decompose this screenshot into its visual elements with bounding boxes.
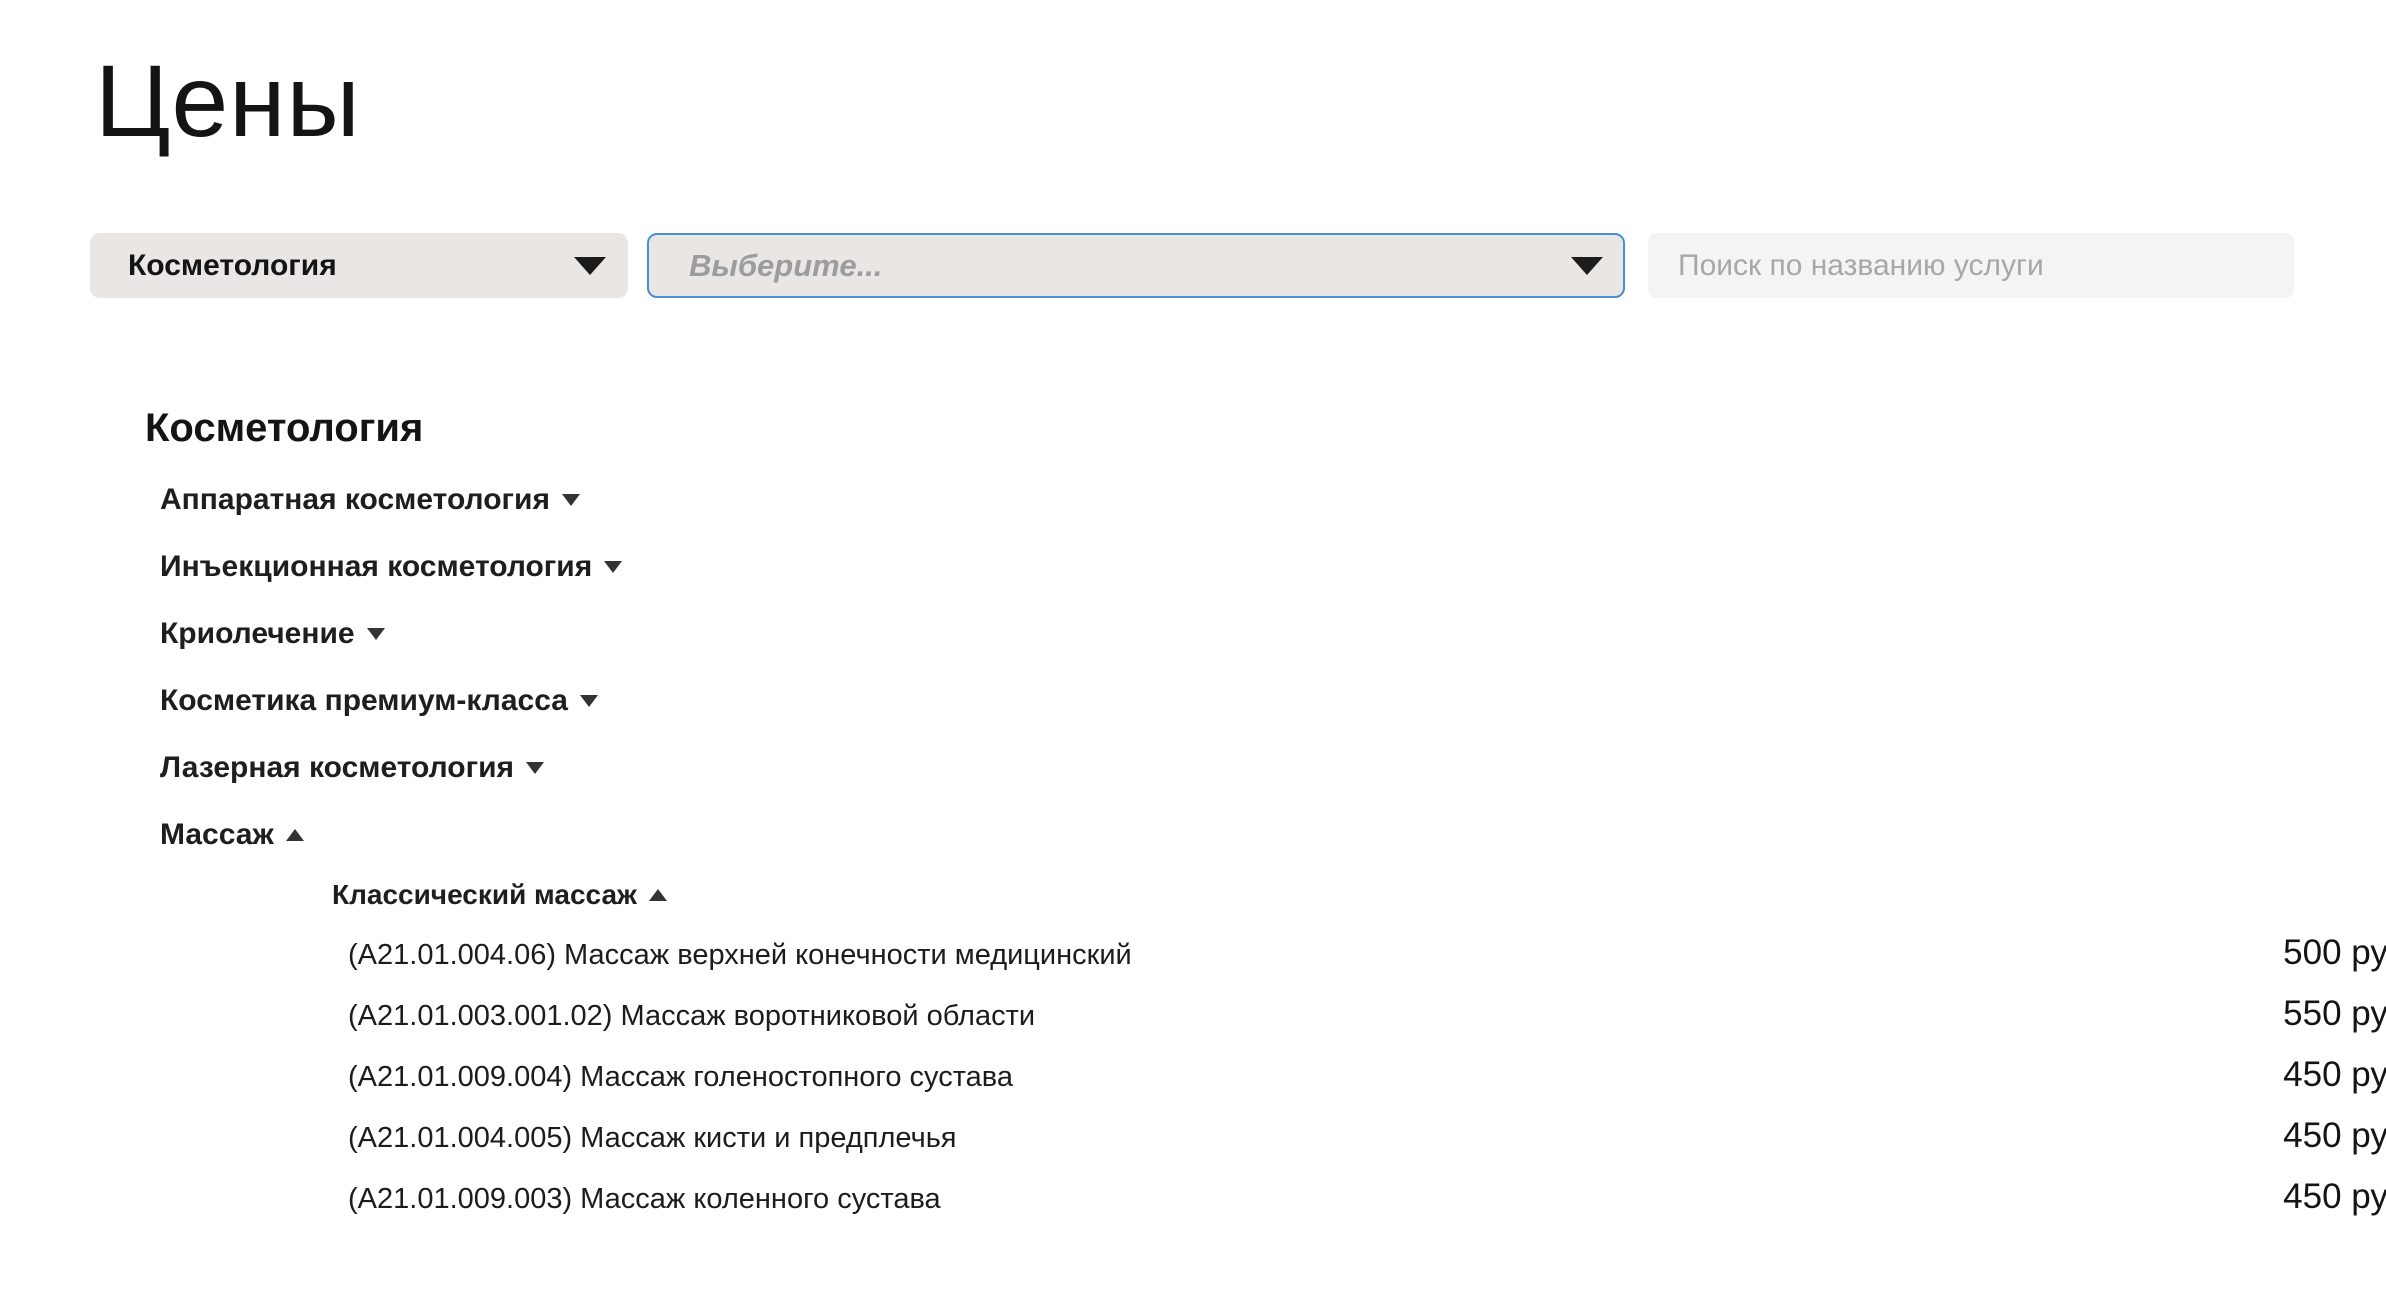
service-search-input[interactable] xyxy=(1678,249,2264,283)
service-name: (А21.01.009.003) Массаж коленного сустав… xyxy=(348,1180,941,1218)
subcategory-label: Классический массаж xyxy=(332,878,637,912)
category-toggle-inektsionnaya[interactable]: Инъекционная косметология xyxy=(160,549,2386,585)
category-label: Лазерная косметология xyxy=(160,750,514,786)
chevron-up-icon xyxy=(286,829,304,841)
subcategory-select-placeholder: Выберите... xyxy=(689,248,882,284)
category-label: Аппаратная косметология xyxy=(160,482,550,518)
service-row: (А21.01.004.005) Массаж кисти и предплеч… xyxy=(348,1117,2386,1155)
category-label: Криолечение xyxy=(160,616,355,652)
category-list: Аппаратная косметология Инъекционная кос… xyxy=(160,482,2386,1216)
service-name: (А21.01.004.005) Массаж кисти и предплеч… xyxy=(348,1119,957,1157)
service-row: (А21.01.009.004) Массаж голеностопного с… xyxy=(348,1056,2386,1094)
subcategory-select[interactable]: Выберите... xyxy=(647,233,1625,298)
service-price: 450 руб. xyxy=(2283,1178,2386,1216)
chevron-down-icon xyxy=(1571,257,1603,275)
chevron-down-icon xyxy=(574,257,606,275)
service-search-box xyxy=(1648,233,2294,298)
chevron-up-icon xyxy=(649,889,667,901)
service-price: 500 руб. xyxy=(2283,934,2386,972)
service-name: (А21.01.003.001.02) Массаж воротниковой … xyxy=(348,997,1035,1035)
chevron-down-icon xyxy=(367,628,385,640)
chevron-down-icon xyxy=(604,561,622,573)
category-toggle-apparatnaya[interactable]: Аппаратная косметология xyxy=(160,482,2386,518)
filters-bar: Косметология Выберите... xyxy=(90,233,2386,298)
chevron-down-icon xyxy=(580,695,598,707)
chevron-down-icon xyxy=(562,494,580,506)
category-label: Массаж xyxy=(160,817,274,853)
category-select-value: Косметология xyxy=(128,249,337,283)
chevron-down-icon xyxy=(526,762,544,774)
service-list: (А21.01.004.06) Массаж верхней конечност… xyxy=(348,934,2386,1216)
category-toggle-kosmetika-premium[interactable]: Косметика премиум-класса xyxy=(160,683,2386,719)
category-select[interactable]: Косметология xyxy=(90,233,628,298)
service-price: 550 руб. xyxy=(2283,995,2386,1033)
service-price: 450 руб. xyxy=(2283,1056,2386,1094)
price-list-heading: Косметология xyxy=(145,408,2386,448)
category-toggle-lazernaya[interactable]: Лазерная косметология xyxy=(160,750,2386,786)
category-toggle-kriolechenie[interactable]: Криолечение xyxy=(160,616,2386,652)
category-label: Инъекционная косметология xyxy=(160,549,592,585)
category-toggle-massazh[interactable]: Массаж xyxy=(160,817,2386,853)
service-name: (А21.01.009.004) Массаж голеностопного с… xyxy=(348,1058,1013,1096)
service-price: 450 руб. xyxy=(2283,1117,2386,1155)
service-name: (А21.01.004.06) Массаж верхней конечност… xyxy=(348,936,1132,974)
category-label: Косметика премиум-класса xyxy=(160,683,568,719)
service-row: (А21.01.004.06) Массаж верхней конечност… xyxy=(348,934,2386,972)
subcategory-toggle-klassicheskiy-massazh[interactable]: Классический массаж xyxy=(332,878,2386,912)
service-row: (А21.01.003.001.02) Массаж воротниковой … xyxy=(348,995,2386,1033)
service-row: (А21.01.009.003) Массаж коленного сустав… xyxy=(348,1178,2386,1216)
page-title: Цены xyxy=(95,50,2386,152)
